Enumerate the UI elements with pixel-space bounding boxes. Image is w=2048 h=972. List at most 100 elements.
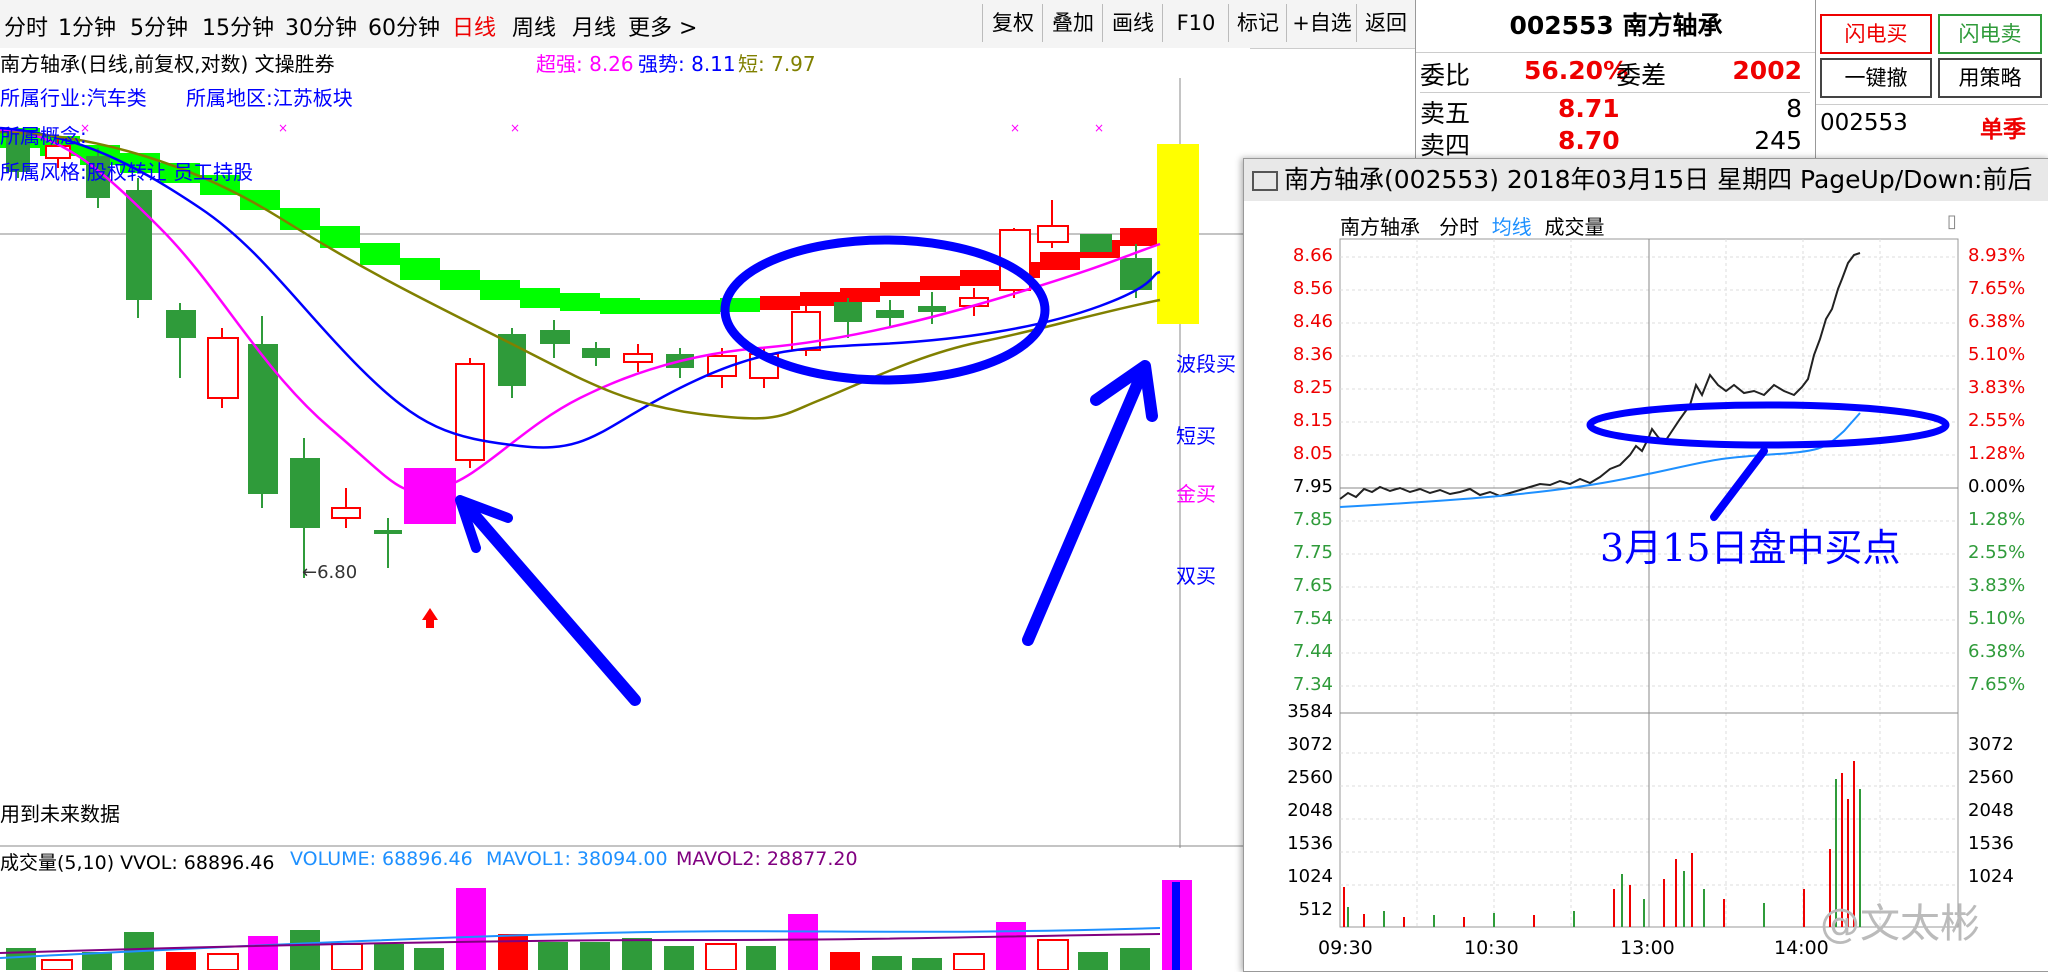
- sell4-volume: 245: [1754, 126, 1802, 155]
- trade-code: 002553: [1820, 110, 1908, 136]
- price-tick: 7.44: [1292, 641, 1333, 662]
- indicator-qiangshi: 强势: 8.11: [638, 52, 736, 76]
- intraday-volume-bars: [1343, 761, 1861, 927]
- strategy-button[interactable]: 用策略: [1938, 58, 2042, 98]
- annotation-arrow-1: [464, 504, 641, 706]
- star-marker: ×: [278, 121, 288, 135]
- price-tick: 8.25: [1292, 377, 1333, 398]
- pct-tick: 1.28%: [1968, 509, 2026, 530]
- kline-chart-svg: × × × × ×: [0, 78, 1250, 970]
- future-data-note: 用到未来数据: [0, 802, 120, 826]
- back-button[interactable]: 返回: [1356, 4, 1415, 42]
- price-tick: 8.56: [1292, 278, 1333, 299]
- signal-double-buy: 双买: [1176, 564, 1216, 588]
- trade-panel: 闪电买 闪电卖 一键撤 用策略 002553 单季: [1815, 0, 2048, 160]
- tab-monthly[interactable]: 月线: [572, 10, 616, 42]
- pct-tick: 7.65%: [1968, 278, 2026, 299]
- style-label: 所属风格:股权转让 员工持股: [0, 160, 254, 184]
- period-toolbar: 分时 1分钟 5分钟 15分钟 30分钟 60分钟 日线 周线 月线 更多 > …: [0, 0, 1415, 49]
- buy-arrow-icon: [422, 608, 438, 628]
- tab-60min[interactable]: 60分钟: [368, 10, 440, 42]
- tab-1min[interactable]: 1分钟: [58, 10, 116, 42]
- price-tick: 8.46: [1292, 311, 1333, 332]
- quote-panel: 002553 南方轴承 委比 56.20% 委差 2002 卖五 8.71 8 …: [1415, 0, 1816, 160]
- draw-line-button[interactable]: 画线: [1102, 4, 1163, 42]
- time-tick: 10:30: [1464, 937, 1519, 959]
- account-label[interactable]: 单季: [1980, 110, 2026, 144]
- pct-tick: 8.93%: [1968, 245, 2026, 266]
- pct-tick: 2.55%: [1968, 410, 2026, 431]
- price-tick: 7.65: [1292, 575, 1333, 596]
- pct-tick: 5.10%: [1968, 608, 2026, 629]
- kline-chart-panel[interactable]: × × × × × 南方轴承(日线,前复权,对数) 文操胜券 超强: 8.26 …: [0, 48, 1250, 970]
- vol-tick: 1024: [1287, 866, 1333, 887]
- vol-tick: 3584: [1287, 701, 1333, 722]
- sell5-volume: 8: [1786, 94, 1802, 123]
- pct-tick: 1.28%: [1968, 443, 2026, 464]
- tab-30min[interactable]: 30分钟: [285, 10, 357, 42]
- tab-more[interactable]: 更多 >: [628, 10, 697, 42]
- annotation-arrow-2: [1022, 372, 1146, 646]
- pct-tick: 2.55%: [1968, 542, 2026, 563]
- star-marker: ×: [1010, 121, 1020, 135]
- weibi-value: 56.20%: [1524, 56, 1629, 85]
- f10-button[interactable]: F10: [1162, 4, 1229, 42]
- mark-button[interactable]: 标记: [1228, 4, 1287, 42]
- price-tick: 8.66: [1292, 245, 1333, 266]
- flash-buy-button[interactable]: 闪电买: [1820, 14, 1932, 54]
- weicha-value: 2002: [1732, 56, 1802, 85]
- sell4-label: 卖四: [1420, 131, 1471, 160]
- signal-short-buy: 短买: [1176, 424, 1216, 448]
- region-label: 所属地区:江苏板块: [186, 86, 353, 110]
- add-watchlist-button[interactable]: +自选: [1286, 4, 1357, 42]
- vol-tick: 3072: [1968, 734, 2014, 755]
- pct-tick: 3.83%: [1968, 377, 2026, 398]
- price-tick: 7.34: [1292, 674, 1333, 695]
- time-tick: 13:00: [1620, 937, 1675, 959]
- volume-bars: [6, 880, 1192, 970]
- tab-weekly[interactable]: 周线: [512, 10, 556, 42]
- buy-point-annotation: 3月15日盘中买点: [1600, 526, 1901, 570]
- popup-annotation-ellipse: [1586, 401, 1950, 449]
- vol-tick: 2048: [1968, 800, 2014, 821]
- pct-tick: 6.38%: [1968, 311, 2026, 332]
- intraday-popup[interactable]: 南方轴承(002553) 2018年03月15日 星期四 PageUp/Down…: [1243, 158, 2048, 972]
- tab-daily[interactable]: 日线: [452, 10, 496, 42]
- flash-sell-button[interactable]: 闪电卖: [1938, 14, 2042, 54]
- fuquan-button[interactable]: 复权: [982, 4, 1043, 42]
- tab-5min[interactable]: 5分钟: [130, 10, 188, 42]
- weicha-label: 委差: [1616, 61, 1667, 90]
- vol-tick: 1536: [1287, 833, 1333, 854]
- time-tick: 09:30: [1318, 937, 1373, 959]
- star-marker: ×: [1094, 121, 1104, 135]
- popup-annotation-arrow: [1710, 447, 1768, 521]
- indicator-short: 短: 7.97: [738, 52, 816, 76]
- price-tick: 8.15: [1292, 410, 1333, 431]
- volume-value: VOLUME: 68896.46: [290, 848, 473, 870]
- weibi-label: 委比: [1420, 61, 1471, 90]
- stock-code-name: 002553 南方轴承: [1416, 0, 1816, 53]
- industry-label: 所属行业:汽车类: [0, 86, 147, 110]
- vol-tick: 3072: [1287, 734, 1333, 755]
- tab-minute[interactable]: 分时: [4, 10, 48, 42]
- one-cancel-button[interactable]: 一键撤: [1820, 58, 1932, 98]
- sell5-label: 卖五: [1420, 99, 1471, 128]
- mavol2-value: MAVOL2: 28877.20: [676, 848, 858, 870]
- price-tick: 8.36: [1292, 344, 1333, 365]
- overlay-button[interactable]: 叠加: [1042, 4, 1103, 42]
- star-marker: ×: [510, 121, 520, 135]
- watermark: @文太彬: [1820, 901, 1980, 947]
- yellow-signal-bar: [1157, 144, 1199, 324]
- price-tick: 8.05: [1292, 443, 1333, 464]
- pct-tick: 0.00%: [1968, 476, 2026, 497]
- candles: [6, 130, 1152, 578]
- price-tick: 7.95: [1292, 476, 1333, 497]
- low-price-label: ←6.80: [302, 562, 358, 583]
- pct-tick: 5.10%: [1968, 344, 2026, 365]
- vol-tick: 512: [1298, 899, 1333, 920]
- sell4-price: 8.70: [1558, 126, 1620, 155]
- vol-tick: 2560: [1968, 767, 2014, 788]
- avg-price-line: [1339, 412, 1861, 508]
- signal-gold-buy: 金买: [1176, 482, 1216, 506]
- tab-15min[interactable]: 15分钟: [202, 10, 274, 42]
